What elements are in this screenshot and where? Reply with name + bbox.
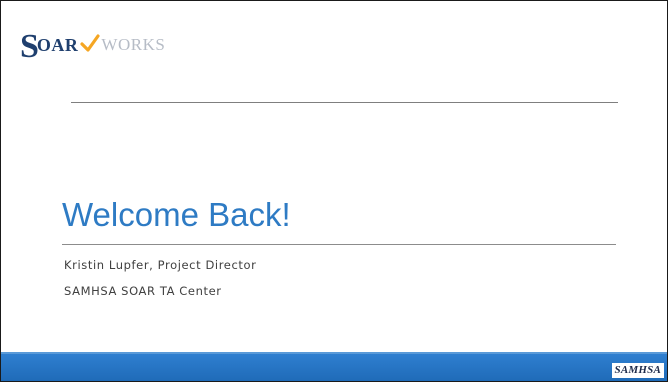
soar-works-logo: S OAR WORKS [20,23,170,67]
logo-works-text: WORKS [101,35,166,54]
presenter-name: Kristin Lupfer, Project Director [64,258,257,272]
samhsa-logo: SAMHSA [611,363,664,378]
slide: S OAR WORKS Welcome Back! Kristin Lupfer… [0,0,668,382]
logo-oar-text: OAR [36,34,79,55]
footer-bar: SAMHSA [1,352,667,381]
header-divider [71,102,618,103]
logo-s-letter: S [20,28,39,65]
title-divider [62,244,616,245]
checkmark-icon [80,33,101,58]
slide-title: Welcome Back! [62,196,291,233]
organization-name: SAMHSA SOAR TA Center [64,284,222,298]
